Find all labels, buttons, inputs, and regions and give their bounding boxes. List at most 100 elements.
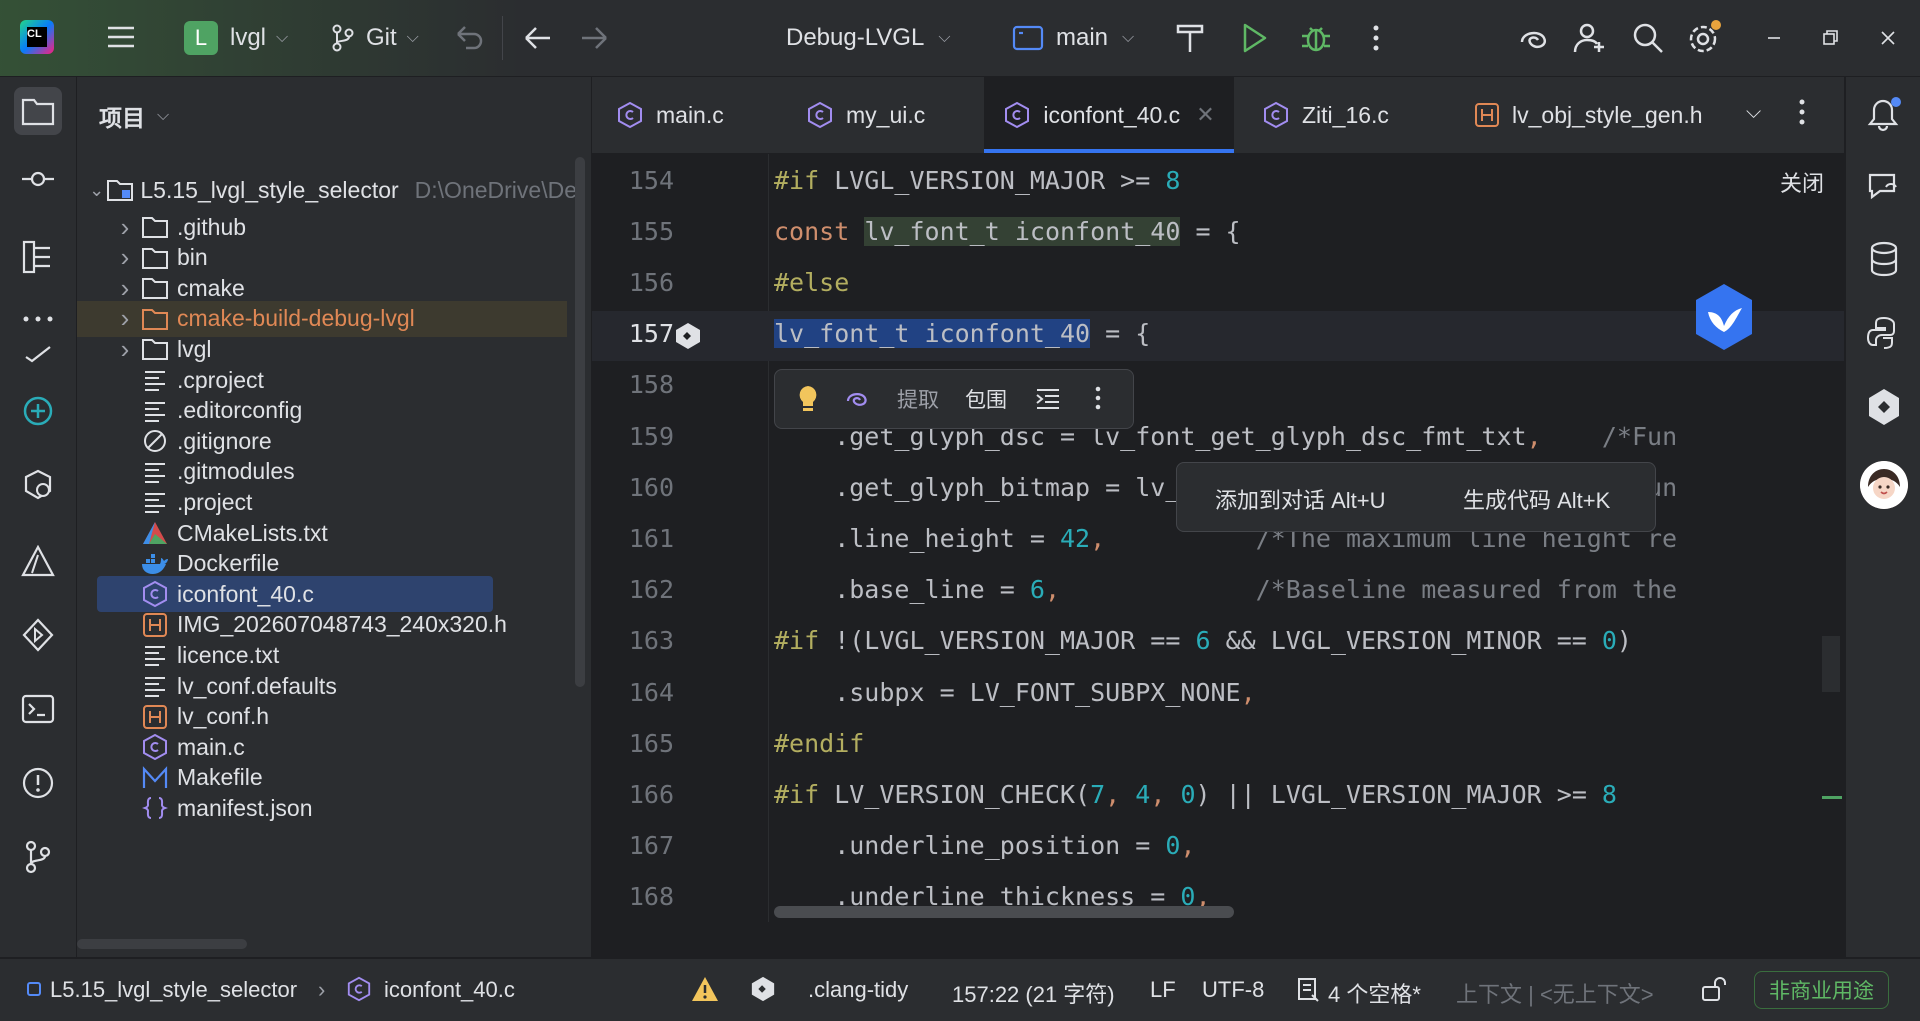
breadcrumb-file[interactable]: iconfont_40.c xyxy=(384,977,515,1003)
license-badge[interactable]: 非商业用途 xyxy=(1754,971,1889,1009)
build-folder-icon xyxy=(139,305,171,333)
tab-iconfont-40-c[interactable]: iconfont_40.c ✕ xyxy=(984,77,1234,153)
code-editor[interactable]: 154 155 156 157 158 159 160 161 162 163 … xyxy=(592,154,1844,922)
project-folder-icon[interactable] xyxy=(14,87,62,135)
code-line-155: const lv_font_t iconfont_40 = { xyxy=(774,217,1241,246)
tabs-more-icon[interactable] xyxy=(1796,97,1808,127)
breadcrumb-project[interactable]: L5.15_lvgl_style_selector xyxy=(50,977,297,1003)
commit-icon[interactable] xyxy=(14,155,62,203)
line-number: 154 xyxy=(628,166,674,195)
chevron-right-icon[interactable]: › xyxy=(111,334,139,365)
git-icon[interactable] xyxy=(14,833,62,881)
file-encoding[interactable]: UTF-8 xyxy=(1202,977,1264,1003)
line-number: 165 xyxy=(628,729,674,758)
cmake-triangle-icon[interactable] xyxy=(14,537,62,585)
tab-my-ui-c[interactable]: my_ui.c xyxy=(806,77,925,153)
back-arrow-icon[interactable] xyxy=(520,20,556,56)
tabs-list-chevron-icon[interactable]: ⌵ xyxy=(1746,101,1761,124)
add-user-icon[interactable] xyxy=(1572,20,1608,56)
problems-icon[interactable] xyxy=(14,759,62,807)
close-hint-label[interactable]: 关闭 xyxy=(1780,166,1824,198)
vcs-widget[interactable]: Git ⌵ xyxy=(330,20,419,56)
terminal-icon[interactable] xyxy=(14,685,62,733)
ai-assistant-icon[interactable] xyxy=(1866,387,1902,427)
surround-button[interactable]: 包围 xyxy=(965,384,1007,414)
editor-hscrollbar[interactable] xyxy=(774,906,1234,918)
main-menu-icon[interactable] xyxy=(104,20,138,54)
close-tab-icon[interactable]: ✕ xyxy=(1196,102,1214,128)
c-file-icon xyxy=(346,975,372,1003)
tree-item-label: manifest.json xyxy=(177,794,313,821)
warning-icon[interactable] xyxy=(690,975,720,1003)
project-hscrollbar[interactable] xyxy=(77,939,247,949)
linter-widget[interactable]: .clang-tidy xyxy=(808,977,908,1003)
close-window-icon[interactable] xyxy=(1876,26,1900,50)
chevron-right-icon[interactable]: › xyxy=(111,303,139,334)
plugin-icon[interactable] xyxy=(14,461,62,509)
undo-icon[interactable] xyxy=(450,20,486,56)
tree-item-label: .gitmodules xyxy=(177,458,295,485)
chevron-down-icon: ⌵ xyxy=(157,107,170,124)
floating-toolbar: 提取 包围 xyxy=(774,369,1134,429)
run-play-icon[interactable] xyxy=(1236,20,1272,56)
run-config-selector[interactable]: Debug-LVGL ⌵ xyxy=(786,20,950,56)
tab-main-c[interactable]: main.c xyxy=(616,77,724,153)
more-vertical-icon[interactable] xyxy=(1368,20,1384,56)
readonly-lock-icon[interactable] xyxy=(1700,975,1728,1003)
line-ending[interactable]: LF xyxy=(1150,977,1176,1003)
extract-button[interactable]: 提取 xyxy=(897,384,939,414)
search-icon[interactable] xyxy=(1630,20,1666,56)
root-name: L5.15_lvgl_style_selector xyxy=(140,176,399,203)
editor-scrollbar[interactable] xyxy=(1822,636,1840,692)
editor-tabs: main.c my_ui.c iconfont_40.c ✕ Ziti_16.c… xyxy=(592,77,1844,154)
gutter-ai-icon[interactable] xyxy=(674,321,702,351)
add-to-chat-button[interactable]: 添加到对话 Alt+U xyxy=(1215,483,1386,515)
target-selector[interactable]: main ⌵ xyxy=(1012,20,1134,56)
indent-widget[interactable]: 4 个空格* xyxy=(1328,977,1421,1009)
chevron-right-icon[interactable]: › xyxy=(111,242,139,273)
vcs-label: Git xyxy=(366,24,397,51)
lightbulb-icon[interactable] xyxy=(797,384,819,414)
project-switcher[interactable]: L lvgl ⌵ xyxy=(184,20,288,56)
python-console-icon[interactable] xyxy=(1866,315,1902,351)
clion-logo[interactable]: CL xyxy=(20,20,54,54)
ai-assistant-plus-icon[interactable] xyxy=(14,387,62,435)
tree-item-label: CMakeLists.txt xyxy=(177,519,328,546)
database-icon[interactable] xyxy=(1868,241,1900,277)
debug-bug-icon[interactable] xyxy=(1298,20,1334,56)
code-line-154: #if LVGL_VERSION_MAJOR >= 8 xyxy=(774,166,1181,195)
ai-bird-icon[interactable] xyxy=(1692,282,1756,352)
ai-spiral-icon[interactable] xyxy=(845,386,871,412)
todo-check-icon[interactable] xyxy=(14,329,62,377)
chevron-down-icon[interactable]: ⌄ xyxy=(87,180,106,201)
line-number: 160 xyxy=(628,473,674,502)
reformat-indent-icon[interactable] xyxy=(1035,386,1061,412)
tab-lv-obj-style-gen-h[interactable]: lv_obj_style_gen.h xyxy=(1474,77,1703,153)
tree-item-manifest-json[interactable]: manifest.json xyxy=(77,790,601,826)
build-hammer-icon[interactable] xyxy=(1172,20,1208,56)
minimize-icon[interactable] xyxy=(1762,26,1786,50)
caret-position[interactable]: 157:22 (21 字符) xyxy=(952,977,1115,1009)
code-line-162: .base_line = 6, /*Baseline measured from… xyxy=(774,575,1678,604)
context-widget[interactable]: 上下文 | <无上下文> xyxy=(1456,977,1654,1009)
tab-ziti-16-c[interactable]: Ziti_16.c xyxy=(1262,77,1389,153)
ai-spiral-icon[interactable] xyxy=(1516,20,1552,56)
line-number: 164 xyxy=(628,678,674,707)
chevron-right-icon[interactable]: › xyxy=(111,212,139,243)
more-vertical-icon[interactable] xyxy=(1093,384,1103,412)
project-panel-header[interactable]: 项目 ⌵ xyxy=(99,99,169,133)
avatar[interactable] xyxy=(1860,461,1908,509)
chevron-right-icon[interactable]: › xyxy=(111,273,139,304)
restore-icon[interactable] xyxy=(1818,26,1842,50)
ai-status-icon[interactable] xyxy=(750,975,776,1003)
structure-icon[interactable] xyxy=(14,233,62,281)
generate-code-button[interactable]: 生成代码 Alt+K xyxy=(1463,483,1610,515)
ai-chat-icon[interactable] xyxy=(1866,169,1902,203)
services-run-icon[interactable] xyxy=(14,611,62,659)
notifications-bell-icon[interactable] xyxy=(1866,95,1904,133)
settings-gear-icon[interactable] xyxy=(1684,18,1724,58)
project-scrollbar[interactable] xyxy=(575,157,585,687)
project-tool-window: 项目 ⌵ ⌄ L5.15_lvgl_style_selector D:\OneD… xyxy=(77,77,592,957)
tree-root[interactable]: ⌄ L5.15_lvgl_style_selector D:\OneDrive\… xyxy=(87,172,577,208)
forward-arrow-icon[interactable] xyxy=(576,20,612,56)
